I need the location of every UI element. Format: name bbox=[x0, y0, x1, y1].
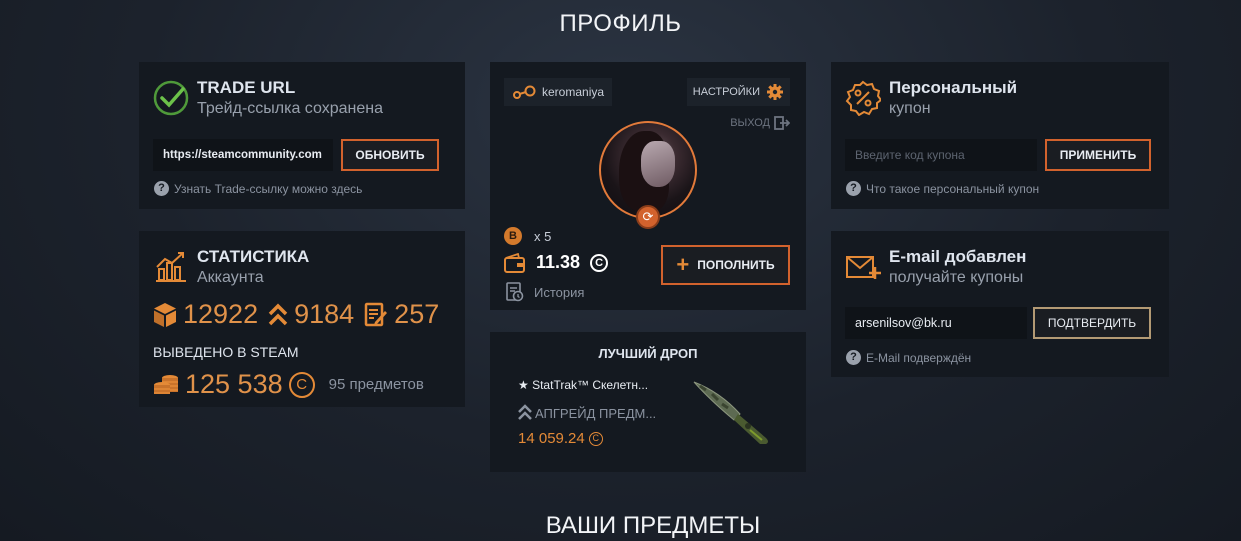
upgrade-chevrons-icon bbox=[518, 404, 532, 420]
best-drop-source-label: АПГРЕЙД ПРЕДМ... bbox=[535, 405, 657, 421]
currency-coin-icon: C bbox=[288, 371, 315, 398]
email-status: ? E-Mail подверждён bbox=[846, 350, 971, 365]
coupon-help-link[interactable]: ? Что такое персональный купон bbox=[846, 181, 1039, 196]
settings-button[interactable]: НАСТРОЙКИ bbox=[686, 78, 790, 106]
case-box-icon bbox=[154, 302, 176, 327]
trade-url-title: TRADE URL bbox=[197, 78, 296, 97]
withdrawn-amount: 125 538 bbox=[185, 369, 283, 399]
page-title: ПРОФИЛЬ bbox=[559, 10, 682, 37]
coin-stack-icon bbox=[154, 374, 178, 394]
discount-badge-icon bbox=[845, 80, 881, 116]
confirm-email-button[interactable]: ПОДТВЕРДИТЬ bbox=[1033, 307, 1151, 339]
steam-logo-icon bbox=[513, 85, 536, 99]
trade-url-input[interactable] bbox=[153, 139, 333, 171]
trade-url-card: TRADE URL Трейд-ссылка сохранена ОБНОВИТ… bbox=[139, 62, 465, 209]
balance-amount: 11.38 bbox=[536, 252, 581, 272]
statistics-title: СТАТИСТИКА bbox=[197, 247, 310, 266]
trade-url-help-link[interactable]: ? Узнать Trade-ссылку можно здесь bbox=[154, 181, 362, 196]
history-label: История bbox=[534, 284, 585, 300]
username: keromaniya bbox=[542, 85, 605, 99]
coupon-help-text: Что такое персональный купон bbox=[866, 181, 1040, 196]
email-status-text: E-Mail подверждён bbox=[866, 350, 972, 365]
gear-icon bbox=[767, 84, 783, 100]
coupon-title: Персональный bbox=[889, 78, 1018, 97]
plus-icon: + bbox=[676, 252, 690, 277]
best-drop-card[interactable]: ЛУЧШИЙ ДРОП ★ StatTrak™ Скелетн... АПГРЕ… bbox=[490, 332, 806, 472]
settings-label: НАСТРОЙКИ bbox=[692, 86, 760, 98]
upgrades-count: 9184 bbox=[294, 299, 355, 329]
balance-currency-icon: C bbox=[590, 253, 609, 272]
email-title: E-mail добавлен bbox=[889, 247, 1027, 266]
your-items-title: ВАШИ ПРЕДМЕТЫ bbox=[545, 512, 761, 539]
apply-coupon-button[interactable]: ПРИМЕНИТЬ bbox=[1045, 139, 1151, 171]
balance-row: 11.38 C bbox=[504, 252, 609, 273]
trade-url-help-text: Узнать Trade-ссылку можно здесь bbox=[174, 181, 363, 196]
best-drop-price-row: 14 059.24 C bbox=[518, 430, 603, 447]
logout-label: ВЫХОД bbox=[730, 117, 770, 129]
cases-opened-count: 12922 bbox=[183, 299, 259, 329]
statistics-card: СТАТИСТИКА Аккаунта 12922 9184 257 ВЫВЕД… bbox=[139, 231, 465, 407]
chart-growth-icon bbox=[156, 252, 186, 282]
best-drop-item-name: ★ StatTrak™ Скелетн... bbox=[518, 378, 649, 392]
upgrade-chevrons-icon bbox=[268, 303, 288, 325]
check-circle-icon bbox=[153, 80, 189, 116]
profile-card: keromaniya НАСТРОЙКИ ВЫХОД ⟳ B x 5 11.38… bbox=[490, 62, 806, 310]
contract-icon bbox=[364, 302, 388, 326]
statistics-subtitle: Аккаунта bbox=[197, 269, 264, 286]
email-input[interactable] bbox=[845, 307, 1027, 339]
update-trade-url-button[interactable]: ОБНОВИТЬ bbox=[341, 139, 439, 171]
wallet-icon bbox=[504, 252, 525, 273]
steam-profile-link[interactable]: keromaniya bbox=[504, 78, 613, 106]
exit-icon bbox=[774, 116, 790, 130]
best-drop-title: ЛУЧШИЙ ДРОП bbox=[598, 346, 698, 361]
email-card: E-mail добавлен получайте купоны ПОДТВЕР… bbox=[831, 231, 1169, 377]
bonus-coin-icon: B bbox=[504, 227, 522, 245]
question-icon: ? bbox=[846, 350, 861, 365]
coupon-subtitle: купон bbox=[889, 100, 931, 117]
currency-coin-icon: C bbox=[588, 431, 603, 446]
question-icon: ? bbox=[846, 181, 861, 196]
refresh-avatar-icon[interactable]: ⟳ bbox=[636, 205, 660, 229]
stats-counters: 12922 9184 257 bbox=[153, 299, 449, 330]
mail-add-icon bbox=[846, 256, 881, 279]
bonus-multiplier: x 5 bbox=[534, 229, 552, 244]
topup-label: ПОПОЛНИТЬ bbox=[697, 258, 775, 272]
best-drop-source: АПГРЕЙД ПРЕДМ... bbox=[518, 404, 656, 422]
coupon-code-input[interactable] bbox=[845, 139, 1037, 171]
email-subtitle: получайте купоны bbox=[889, 269, 1024, 286]
history-link[interactable]: История bbox=[506, 282, 584, 302]
question-icon: ? bbox=[154, 181, 169, 196]
withdrawn-items-count: 95 предметов bbox=[328, 376, 424, 393]
withdrawn-row: 125 538 C 95 предметов bbox=[153, 369, 424, 400]
logout-button[interactable]: ВЫХОД bbox=[730, 116, 790, 130]
trade-url-status: Трейд-ссылка сохранена bbox=[197, 100, 383, 117]
personal-coupon-card: Персональный купон ПРИМЕНИТЬ ? Что такое… bbox=[831, 62, 1169, 209]
best-drop-price: 14 059.24 bbox=[518, 430, 585, 447]
withdrawn-label: ВЫВЕДЕНО В STEAM bbox=[153, 344, 299, 360]
history-icon bbox=[506, 282, 524, 302]
topup-button[interactable]: + ПОПОЛНИТЬ bbox=[661, 245, 790, 285]
contracts-count: 257 bbox=[394, 299, 440, 329]
knife-item-image bbox=[693, 381, 768, 444]
